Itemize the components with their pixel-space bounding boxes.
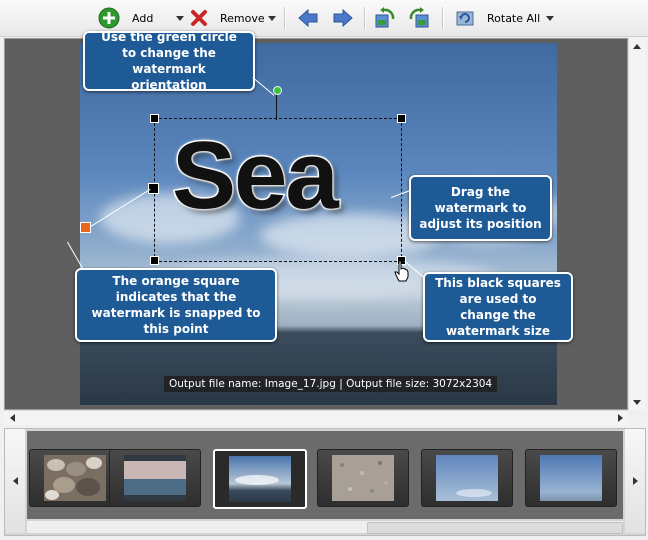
- chevron-down-icon: [633, 399, 641, 405]
- thumbnail-image-clouds: [229, 456, 291, 502]
- rotate-all-icon: [456, 11, 474, 26]
- chevron-down-icon: [176, 15, 184, 21]
- scroll-up-button[interactable]: [629, 38, 645, 54]
- callout-resize: This black squares are used to change th…: [423, 272, 573, 342]
- chevron-up-icon: [633, 43, 641, 49]
- rotate-left-button[interactable]: [374, 6, 396, 30]
- chevron-right-icon: [632, 477, 638, 485]
- thumbnail[interactable]: [525, 449, 617, 507]
- arrow-left-icon: [298, 8, 318, 28]
- horizontal-scrollbar[interactable]: [4, 410, 628, 425]
- toolbar-separator: [364, 7, 366, 29]
- chevron-left-icon: [9, 414, 15, 422]
- thumbnail[interactable]: [109, 449, 201, 507]
- output-info-label: Output file name: Image_17.jpg | Output …: [164, 376, 498, 392]
- thumbnail-image-sand: [332, 455, 394, 501]
- watermark-selection-box[interactable]: [154, 118, 402, 262]
- chevron-down-icon: [268, 15, 276, 21]
- rotation-handle-line: [276, 92, 277, 120]
- scroll-right-button[interactable]: [612, 410, 628, 426]
- thumbnail[interactable]: [317, 449, 409, 507]
- chevron-left-icon: [12, 477, 18, 485]
- arrow-right-icon: [333, 8, 353, 28]
- chevron-right-icon: [617, 414, 623, 422]
- thumbnail-image-sky: [436, 455, 498, 501]
- remove-label: Remove: [220, 11, 265, 25]
- add-icon: [98, 7, 120, 29]
- thumbnail-strip: [4, 428, 646, 536]
- scrollbar-thumb[interactable]: [367, 522, 623, 534]
- rotate-right-button[interactable]: [408, 6, 430, 30]
- add-label: Add: [132, 11, 154, 25]
- remove-dropdown[interactable]: [262, 6, 276, 30]
- remove-button[interactable]: Remove: [188, 6, 265, 30]
- resize-handle-top-left[interactable]: [150, 114, 159, 123]
- thumbnail[interactable]: [421, 449, 513, 507]
- callout-drag: Drag the watermark to adjust its positio…: [409, 175, 552, 241]
- callout-orientation: Use the green circle to change the water…: [83, 30, 255, 92]
- rotate-all-button[interactable]: Rotate All: [454, 6, 555, 30]
- thumbnail-scrollbar[interactable]: [27, 521, 623, 534]
- thumbnail-list: [27, 431, 623, 519]
- rotate-right-icon: [409, 7, 429, 28]
- toolbar-separator: [284, 7, 286, 29]
- rotation-handle[interactable]: [273, 86, 282, 95]
- strip-scroll-left-button[interactable]: [5, 429, 25, 533]
- thumbnail-image-sky-horizon: [540, 455, 602, 501]
- scroll-down-button[interactable]: [629, 394, 645, 410]
- remove-icon: [191, 10, 207, 26]
- chevron-down-icon: [546, 15, 555, 21]
- add-dropdown[interactable]: [170, 6, 184, 30]
- thumbnail-selected[interactable]: [213, 449, 307, 509]
- thumbnail[interactable]: [29, 449, 121, 507]
- toolbar-separator: [442, 7, 444, 29]
- add-button[interactable]: Add: [98, 6, 153, 30]
- scroll-left-button[interactable]: [4, 410, 20, 426]
- resize-handle-top-right[interactable]: [397, 114, 406, 123]
- strip-scroll-right-button[interactable]: [625, 429, 645, 533]
- previous-button[interactable]: [297, 6, 319, 30]
- image-preview-area: Sea Output file name: Image_17.jpg | Out…: [4, 30, 628, 410]
- rotate-all-label: Rotate All: [487, 11, 541, 25]
- thumbnail-image-pebbles: [44, 455, 106, 501]
- thumbnail-image-sea: [124, 455, 186, 501]
- resize-handle-bottom-left[interactable]: [150, 256, 159, 265]
- rotate-left-icon: [375, 7, 395, 28]
- vertical-scrollbar[interactable]: [628, 38, 645, 410]
- next-button[interactable]: [332, 6, 354, 30]
- snap-point[interactable]: [80, 222, 91, 233]
- callout-snap: The orange square indicates that the wat…: [75, 268, 277, 342]
